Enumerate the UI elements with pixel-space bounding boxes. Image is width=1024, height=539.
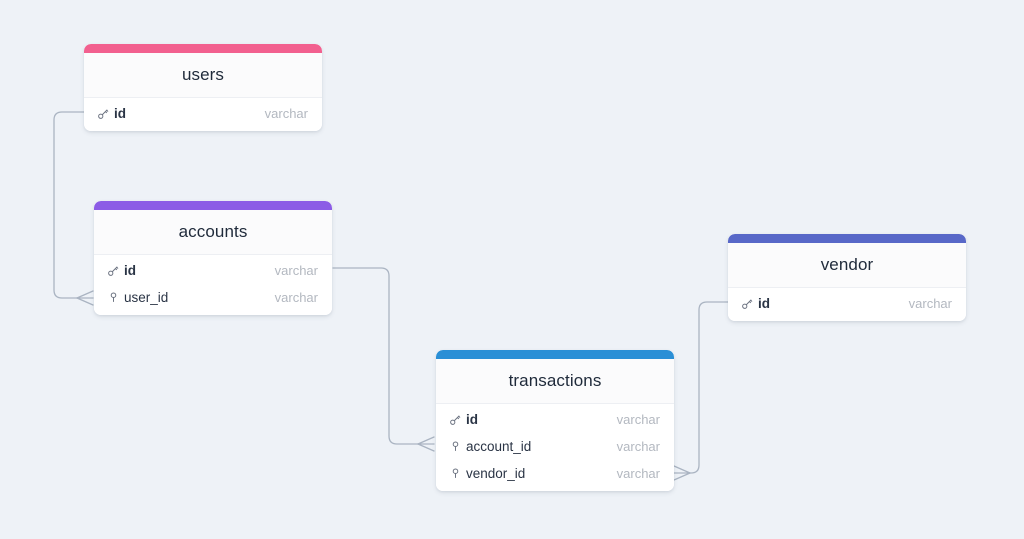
field-type: varchar xyxy=(274,263,318,278)
field-type: varchar xyxy=(908,296,952,311)
table-fields-vendor: id varchar xyxy=(728,288,966,321)
table-row[interactable]: id varchar xyxy=(94,257,332,284)
field-name: id xyxy=(758,296,770,311)
edge-accounts-transactions xyxy=(332,267,435,452)
table-node-transactions[interactable]: transactions id varchar account_id varch… xyxy=(436,350,674,491)
edge-vendor-transactions xyxy=(673,301,729,481)
crowsfoot-transactions-vendor-id xyxy=(673,465,691,481)
field-name: id xyxy=(124,263,136,278)
key-icon xyxy=(107,264,124,277)
field-type: varchar xyxy=(616,412,660,427)
crowsfoot-transactions-account-id xyxy=(417,436,435,452)
foreign-key-icon xyxy=(449,440,466,453)
table-title-accounts: accounts xyxy=(94,210,332,255)
table-accent-bar-users xyxy=(84,44,322,53)
table-row[interactable]: account_id varchar xyxy=(436,433,674,460)
field-name: id xyxy=(114,106,126,121)
table-fields-accounts: id varchar user_id varchar xyxy=(94,255,332,315)
field-type: varchar xyxy=(274,290,318,305)
table-title-users: users xyxy=(84,53,322,98)
field-name: user_id xyxy=(124,290,169,305)
erd-canvas[interactable]: users id varchar accounts id varchar use… xyxy=(0,0,1024,539)
foreign-key-icon xyxy=(449,467,466,480)
table-node-users[interactable]: users id varchar xyxy=(84,44,322,131)
key-icon xyxy=(741,297,758,310)
table-fields-users: id varchar xyxy=(84,98,322,131)
field-name: account_id xyxy=(466,439,532,454)
field-name: id xyxy=(466,412,478,427)
table-accent-bar-accounts xyxy=(94,201,332,210)
field-type: varchar xyxy=(264,106,308,121)
table-node-accounts[interactable]: accounts id varchar user_id varchar xyxy=(94,201,332,315)
edge-users-accounts xyxy=(53,111,94,306)
key-icon xyxy=(97,107,114,120)
table-accent-bar-transactions xyxy=(436,350,674,359)
table-row[interactable]: id varchar xyxy=(84,100,322,127)
field-name: vendor_id xyxy=(466,466,526,481)
table-row[interactable]: id varchar xyxy=(436,406,674,433)
table-title-vendor: vendor xyxy=(728,243,966,288)
table-row[interactable]: vendor_id varchar xyxy=(436,460,674,487)
field-type: varchar xyxy=(616,439,660,454)
table-node-vendor[interactable]: vendor id varchar xyxy=(728,234,966,321)
key-icon xyxy=(449,413,466,426)
table-fields-transactions: id varchar account_id varchar vendor_id … xyxy=(436,404,674,491)
table-title-transactions: transactions xyxy=(436,359,674,404)
table-row[interactable]: user_id varchar xyxy=(94,284,332,311)
table-accent-bar-vendor xyxy=(728,234,966,243)
field-type: varchar xyxy=(616,466,660,481)
foreign-key-icon xyxy=(107,291,124,304)
crowsfoot-accounts-user-id xyxy=(76,290,94,306)
table-row[interactable]: id varchar xyxy=(728,290,966,317)
